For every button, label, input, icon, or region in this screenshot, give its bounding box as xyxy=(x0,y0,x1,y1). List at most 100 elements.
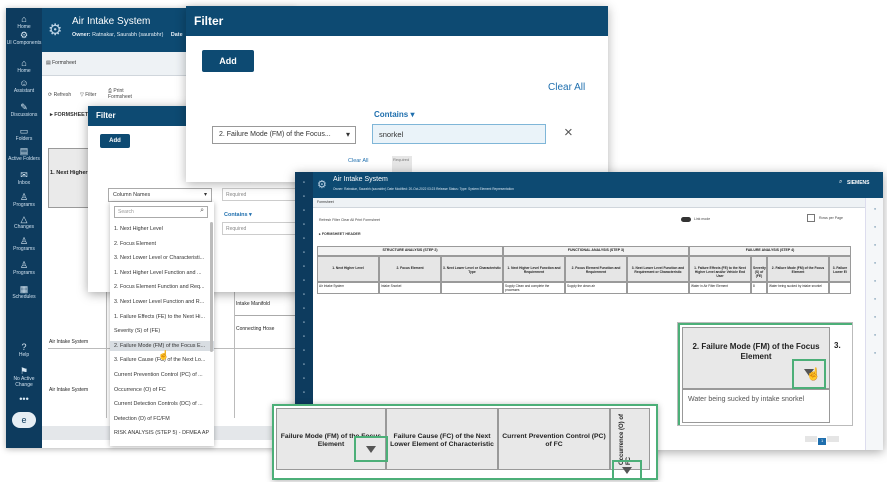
nav-item[interactable]: ⌂ Home xyxy=(6,58,42,74)
search-icon[interactable]: ⌕ xyxy=(839,179,842,186)
nav-item[interactable]: ⚙ UI Components xyxy=(6,30,42,46)
bottom-filter-highlight-1[interactable] xyxy=(354,436,388,462)
dropdown-option[interactable]: Occurrence (O) of FC xyxy=(110,385,214,395)
nav-item[interactable]: ▫ xyxy=(295,390,313,396)
nav-item[interactable]: ▫ xyxy=(295,376,313,382)
next-page-button[interactable] xyxy=(827,436,840,442)
small-required-1[interactable]: Required xyxy=(222,188,300,201)
dropdown-option[interactable]: Current Prevention Control (PC) of ... xyxy=(110,370,214,380)
dropdown-option[interactable]: 3. Next Lower Level Function and R... xyxy=(110,297,214,307)
object-icon: ⚙ xyxy=(48,22,63,39)
nav-item[interactable]: ? Help xyxy=(6,342,42,358)
nav-item[interactable]: ••• xyxy=(6,394,42,404)
nav-item[interactable]: ▤ Active Folders xyxy=(6,146,42,162)
dropdown-scrollbar[interactable] xyxy=(210,222,213,352)
right-section-title[interactable]: ▸ FORMSHEET HEADER xyxy=(319,232,361,236)
clear-all-button[interactable]: Clear All xyxy=(548,82,585,93)
side-icon[interactable]: ◦ xyxy=(869,332,881,342)
dropdown-option[interactable]: 2. Focus Element xyxy=(110,239,214,249)
print-button[interactable]: ⎙ Print Formsheet xyxy=(108,88,148,100)
rows-per-page[interactable] xyxy=(807,214,815,222)
small-required-2[interactable]: Required xyxy=(222,222,300,235)
close-icon[interactable]: × xyxy=(564,124,573,141)
nav-item[interactable]: ▫ xyxy=(295,278,313,284)
dropdown-option[interactable]: Detection (D) of FC/FM xyxy=(110,414,214,424)
nav-item[interactable]: ✎ Discussions xyxy=(6,102,42,118)
dropdown-option[interactable]: Severity (S) of (FE) xyxy=(110,326,214,336)
filter-value-input[interactable]: snorkel xyxy=(372,124,546,144)
table-cell xyxy=(627,282,689,294)
column-select[interactable]: 2. Failure Mode (FM) of the Focus... ▾ xyxy=(212,126,356,144)
nav-item[interactable]: ♙ Programs xyxy=(6,192,42,208)
tab-formsheet-label: Formsheet xyxy=(52,60,77,66)
big-add-button[interactable]: Add xyxy=(202,50,254,72)
side-icon[interactable]: ◦ xyxy=(869,260,881,270)
nav-item[interactable]: ▫ xyxy=(295,362,313,368)
nav-item[interactable]: ▭ Folders xyxy=(6,126,42,142)
dropdown-option[interactable]: 2. Focus Element Function and Req... xyxy=(110,282,214,292)
tab-formsheet[interactable]: ▤ Formsheet xyxy=(46,60,76,66)
column-names-select[interactable]: Column Names ▾ xyxy=(108,188,212,202)
nav-item[interactable]: ♙ Programs xyxy=(6,260,42,276)
column-dropdown: Search ⌕ 1. Next Higher Level 2. Focus El… xyxy=(110,202,214,446)
dropdown-option[interactable]: 1. Next Higher Level xyxy=(110,224,214,234)
nav-item[interactable]: ▫ xyxy=(295,208,313,214)
nav-item[interactable]: ☺ Assistant xyxy=(6,78,42,94)
left-section-title[interactable]: ▸ FORMSHEET xyxy=(50,112,88,118)
clear-all-small[interactable]: Clear All xyxy=(348,158,368,164)
nav-item[interactable]: ▫ xyxy=(295,194,313,200)
nav-item[interactable]: ▫ xyxy=(295,320,313,326)
table-cell: Water being sucked by intake snorkel xyxy=(767,282,829,294)
nav-item[interactable]: ✉ Inbox xyxy=(6,170,42,186)
nav-item[interactable]: ▫ xyxy=(295,222,313,228)
right-toolbar[interactable]: Refresh Filter Clear All Print Formsheet xyxy=(319,218,380,222)
right-tab-formsheet[interactable]: Formsheet xyxy=(317,200,334,204)
small-add-button[interactable]: Add xyxy=(100,134,130,148)
nav-item[interactable]: ▦ Schedules xyxy=(6,284,42,300)
side-icon[interactable]: ◦ xyxy=(869,224,881,234)
prev-page-button[interactable] xyxy=(805,436,817,442)
nav-item[interactable]: ▫ xyxy=(295,236,313,242)
side-icon[interactable]: ◦ xyxy=(869,206,881,216)
side-icon[interactable]: ◦ xyxy=(869,314,881,324)
nav-icon: e xyxy=(21,415,27,425)
nav-item[interactable]: ▫ xyxy=(295,334,313,340)
small-contains-2[interactable]: Contains ▾ xyxy=(224,212,252,218)
dropdown-option[interactable]: 1. Next Higher Level Function and ... xyxy=(110,268,214,278)
current-page-button[interactable]: 1 xyxy=(818,438,827,445)
bottom-highlight-outer xyxy=(272,404,658,480)
nav-label: Folders xyxy=(15,136,33,142)
nav-item[interactable]: ▫ xyxy=(295,180,313,186)
dropdown-option[interactable]: 1. Failure Effects (FE) to the Next Hi..… xyxy=(110,312,214,322)
dropdown-search[interactable]: Search ⌕ xyxy=(114,206,208,218)
nav-item[interactable]: ▫ xyxy=(295,264,313,270)
side-icon[interactable]: ◦ xyxy=(869,278,881,288)
dropdown-option[interactable]: 3. Next Lower Level or Characteristi... xyxy=(110,253,214,263)
nav-item[interactable]: ▫ xyxy=(295,292,313,298)
filter-funnel-icon xyxy=(622,467,632,474)
nav-item[interactable]: ▫ xyxy=(295,250,313,256)
left-row-value-2: Air Intake System xyxy=(49,387,89,393)
side-icon[interactable]: ◦ xyxy=(869,242,881,252)
contains-label: Contains xyxy=(374,110,409,119)
nav-item[interactable]: e xyxy=(12,412,36,428)
refresh-button[interactable]: ⟳ Refresh xyxy=(48,92,71,98)
column-header: 1. Next Higher Level Function and Requir… xyxy=(503,256,565,282)
nav-item[interactable]: ♙ Programs xyxy=(6,236,42,252)
side-icon[interactable]: ◦ xyxy=(869,296,881,306)
nav-item[interactable]: ⌂ Home xyxy=(6,14,42,30)
bottom-filter-highlight-2[interactable] xyxy=(612,460,642,480)
dropdown-option[interactable]: Current Detection Controls (DC) of ... xyxy=(110,399,214,409)
filter-button[interactable]: ▽ Filter xyxy=(80,92,96,98)
side-icon[interactable]: ◦ xyxy=(869,350,881,360)
filter-funnel-icon xyxy=(366,446,376,453)
nav-item[interactable]: ▫ xyxy=(295,306,313,312)
nav-item[interactable]: ▫ xyxy=(295,348,313,354)
link-toggle[interactable] xyxy=(681,217,691,222)
dropdown-option[interactable]: RISK ANALYSIS (STEP 5) - DFMEA AP xyxy=(110,428,214,438)
nav-item[interactable]: △ Changes xyxy=(6,214,42,230)
nav-item[interactable]: ⚑ No Active Change xyxy=(6,366,42,388)
filter-label: Filter xyxy=(85,92,97,98)
contains-dropdown[interactable]: Contains ▾ xyxy=(374,110,414,119)
group-header: FAILURE ANALYSIS (STEP 4) xyxy=(689,246,851,256)
